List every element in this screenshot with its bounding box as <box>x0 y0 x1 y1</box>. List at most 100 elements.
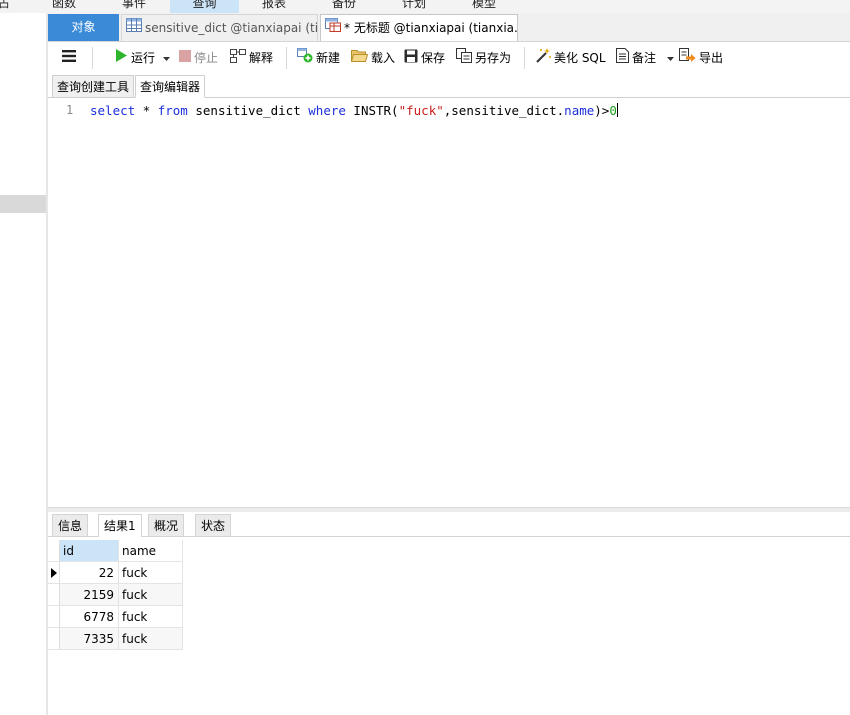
document-tab-bar: 对象 sensitive_dict @tianxiapai (ti... * 无… <box>48 13 850 42</box>
cell-id[interactable]: 2159 <box>60 584 119 606</box>
explain-label: 解释 <box>249 51 274 65</box>
row-indicator[interactable] <box>48 584 60 606</box>
hamburger-icon <box>62 49 76 67</box>
toolbar-separator <box>524 47 525 69</box>
sql-string: "fuck" <box>398 103 444 118</box>
comment-dropdown-button[interactable] <box>667 49 677 67</box>
sql-keyword: where <box>308 103 346 118</box>
tab-table-label: sensitive_dict @tianxiapai (ti... <box>145 21 318 35</box>
row-indicator[interactable] <box>48 628 60 650</box>
beautify-sql-button[interactable]: 美化 SQL <box>535 48 606 68</box>
sql-number: 0 <box>609 103 617 118</box>
line-number: 1 <box>66 103 74 117</box>
row-indicator[interactable] <box>48 562 60 584</box>
menu-item-query[interactable]: 查询 <box>170 0 239 13</box>
explain-button[interactable]: 解释 <box>230 48 274 68</box>
cell-name[interactable]: fuck <box>119 562 183 584</box>
save-as-icon <box>456 48 472 68</box>
text-caret <box>616 103 618 117</box>
run-button[interactable]: 运行 <box>115 49 155 67</box>
tab-profile[interactable]: 概况 <box>148 514 185 536</box>
table-icon <box>126 15 142 41</box>
save-button[interactable]: 保存 <box>404 49 445 67</box>
menu-item-schedule[interactable]: 计划 <box>402 0 426 13</box>
object-navigator-pane[interactable] <box>0 13 46 715</box>
cell-name[interactable]: fuck <box>119 584 183 606</box>
query-mode-tabs: 查询创建工具 查询编辑器 <box>48 74 850 98</box>
tab-query-editor[interactable]: 查询编辑器 <box>135 75 206 98</box>
sql-editor[interactable]: 1 select * from sensitive_dict where INS… <box>48 98 850 507</box>
row-indicator[interactable] <box>48 606 60 628</box>
run-label: 运行 <box>131 51 156 65</box>
play-icon <box>115 49 128 67</box>
tab-objects[interactable]: 对象 <box>48 14 119 41</box>
tab-query-builder[interactable]: 查询创建工具 <box>52 75 135 97</box>
stop-icon <box>179 49 191 67</box>
save-disk-icon <box>404 49 418 68</box>
toolbar-separator <box>286 47 287 69</box>
menu-item-model[interactable]: 模型 <box>472 0 496 13</box>
save-as-label: 另存为 <box>475 51 512 65</box>
magic-wand-icon <box>535 48 551 68</box>
navigator-selected-row[interactable] <box>0 195 46 213</box>
cell-id[interactable]: 7335 <box>60 628 119 650</box>
column-header-id[interactable]: id <box>60 540 119 562</box>
folder-open-icon <box>350 49 369 67</box>
stop-label: 停止 <box>194 51 219 65</box>
sql-code-line[interactable]: select * from sensitive_dict where INSTR… <box>90 103 618 118</box>
menu-item-backup[interactable]: 备份 <box>332 0 356 13</box>
result-tabs: 信息 结果1 概况 状态 <box>48 512 850 537</box>
chevron-down-icon <box>163 49 170 67</box>
load-button[interactable]: 载入 <box>350 49 396 67</box>
sql-keyword: from <box>157 103 188 118</box>
comment-button[interactable]: 备注 <box>616 48 657 68</box>
note-document-icon <box>616 48 629 68</box>
tab-result1[interactable]: 结果1 <box>98 514 142 537</box>
column-header-name[interactable]: name <box>119 540 183 562</box>
save-label: 保存 <box>421 51 446 65</box>
export-icon <box>679 48 696 68</box>
new-query-button[interactable]: 新建 <box>297 48 341 68</box>
toolbar-separator <box>92 47 93 69</box>
save-as-button[interactable]: 另存为 <box>456 48 512 68</box>
load-label: 载入 <box>371 51 396 65</box>
query-toolbar: 运行 停止 解释 新建 载入 保存 另存为 美化 SQL 备注 导出 <box>48 42 850 74</box>
explain-icon <box>230 48 246 68</box>
cell-name[interactable]: fuck <box>119 628 183 650</box>
new-label: 新建 <box>316 51 341 65</box>
cell-id[interactable]: 22 <box>60 562 119 584</box>
export-button[interactable]: 导出 <box>679 48 724 68</box>
menu-item-events[interactable]: 事件 <box>122 0 146 13</box>
result-grid[interactable]: id name 22 fuck 2159 fuck 6778 fuck 7335… <box>48 538 850 715</box>
cell-name[interactable]: fuck <box>119 606 183 628</box>
sql-text: * <box>135 103 158 118</box>
run-dropdown-button[interactable] <box>163 49 173 67</box>
current-row-arrow-icon <box>51 568 57 578</box>
menu-item-functions[interactable]: 函数 <box>52 0 76 13</box>
row-indicator-header <box>48 540 60 562</box>
sql-field: name <box>564 103 595 118</box>
beautify-label: 美化 SQL <box>554 51 606 65</box>
export-label: 导出 <box>699 51 724 65</box>
sql-text: )> <box>594 103 610 118</box>
sql-text: sensitive_dict <box>187 103 309 118</box>
menu-item-reports[interactable]: 报表 <box>262 0 286 13</box>
sql-keyword: select <box>90 103 136 118</box>
chevron-down-icon <box>667 49 674 67</box>
cell-id[interactable]: 6778 <box>60 606 119 628</box>
comment-label: 备注 <box>632 51 657 65</box>
sql-text: ,sensitive_dict. <box>443 103 565 118</box>
hamburger-menu-button[interactable] <box>62 49 79 67</box>
line-number-gutter: 1 <box>48 98 88 507</box>
tab-untitled-label: * 无标题 @tianxiapai (tianxia... <box>344 21 518 35</box>
query-table-icon <box>325 15 341 41</box>
sql-text: INSTR( <box>345 103 399 118</box>
tab-table-sensitive-dict[interactable]: sensitive_dict @tianxiapai (ti... <box>121 14 318 41</box>
main-menu-bar: 占 函数 事件 查询 报表 备份 计划 模型 <box>0 0 850 13</box>
tab-info[interactable]: 信息 <box>52 514 89 536</box>
menu-item-cut[interactable]: 占 <box>0 0 10 13</box>
stop-button[interactable]: 停止 <box>179 49 218 67</box>
new-query-icon <box>297 48 313 68</box>
tab-untitled-query[interactable]: * 无标题 @tianxiapai (tianxia... <box>320 14 518 41</box>
tab-status[interactable]: 状态 <box>195 514 232 536</box>
